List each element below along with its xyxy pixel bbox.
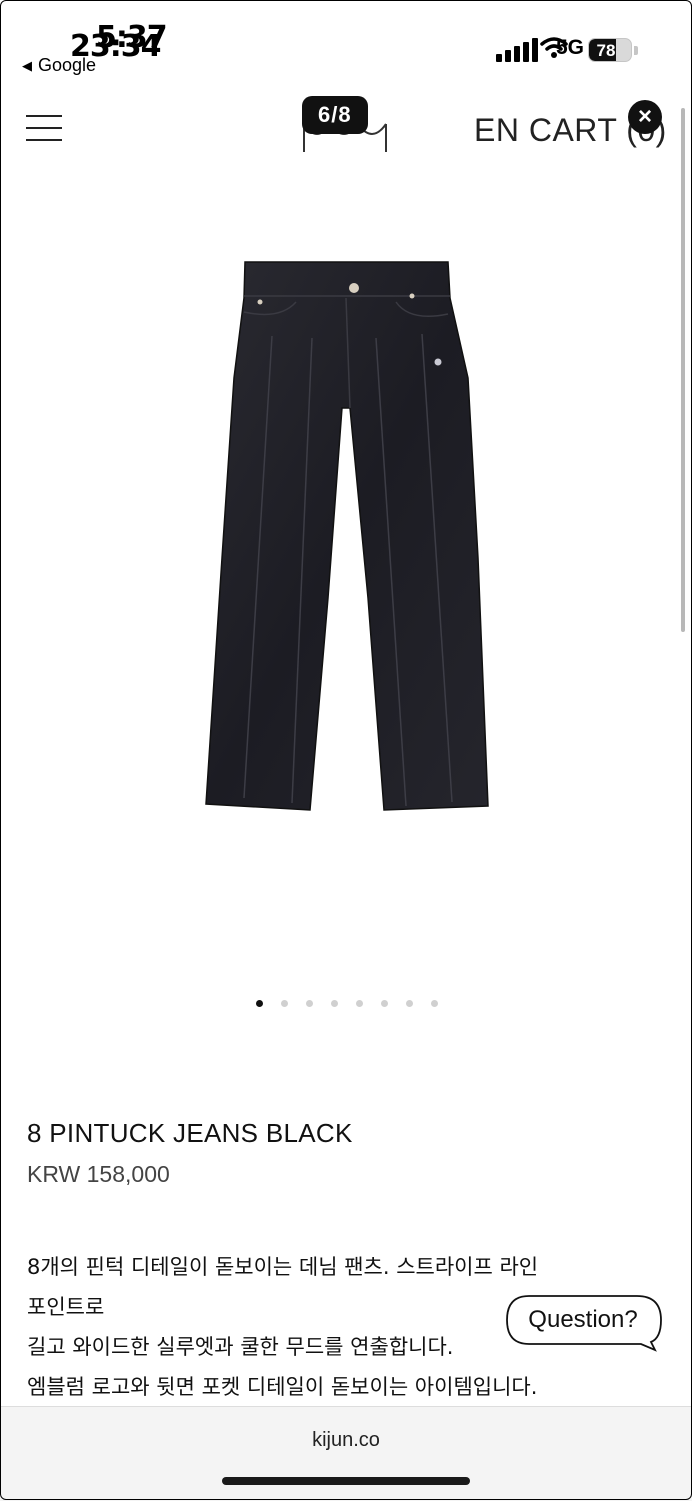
description-line: 8개의 핀턱 디테일이 돋보이는 데님 팬츠. 스트라이프 라인 [27,1247,667,1287]
hamburger-menu-icon[interactable] [26,113,62,143]
carousel-dot[interactable] [431,1000,438,1007]
back-to-app-link[interactable]: ◀ Google [22,55,96,76]
description-line: 엠블럼 로고와 뒷면 포켓 디테일이 돋보이는 아이템입니다. [27,1367,667,1407]
product-image[interactable] [200,258,492,818]
browser-bar: kijun.co [0,1406,692,1501]
question-button[interactable]: Question? [505,1294,661,1350]
status-bar: 5:37 23:34 ◀Google 5G 78 [0,0,692,90]
network-type: 5G [556,36,584,60]
url-display[interactable]: kijun.co [0,1429,692,1452]
product-name: 8 PINTUCK JEANS BLACK [27,1118,353,1149]
carousel-dot[interactable] [281,1000,288,1007]
carousel-dot[interactable] [306,1000,313,1007]
carousel-dot[interactable] [356,1000,363,1007]
question-label: Question? [505,1294,661,1346]
carousel-dot[interactable] [381,1000,388,1007]
back-arrow-icon: ◀ [22,58,32,73]
carousel-dot[interactable] [331,1000,338,1007]
image-counter-badge: 6/8 [302,96,368,134]
cellular-signal-icon [496,38,540,62]
back-app-label: Google [38,55,96,75]
home-indicator[interactable] [222,1477,470,1485]
carousel-dot[interactable] [256,1000,263,1007]
scrollbar[interactable] [681,108,685,632]
product-price: KRW 158,000 [27,1161,170,1188]
battery-level: 78 [589,39,623,62]
close-icon[interactable]: × [628,100,662,134]
battery-icon: 78 [588,38,638,62]
carousel-dot[interactable] [406,1000,413,1007]
